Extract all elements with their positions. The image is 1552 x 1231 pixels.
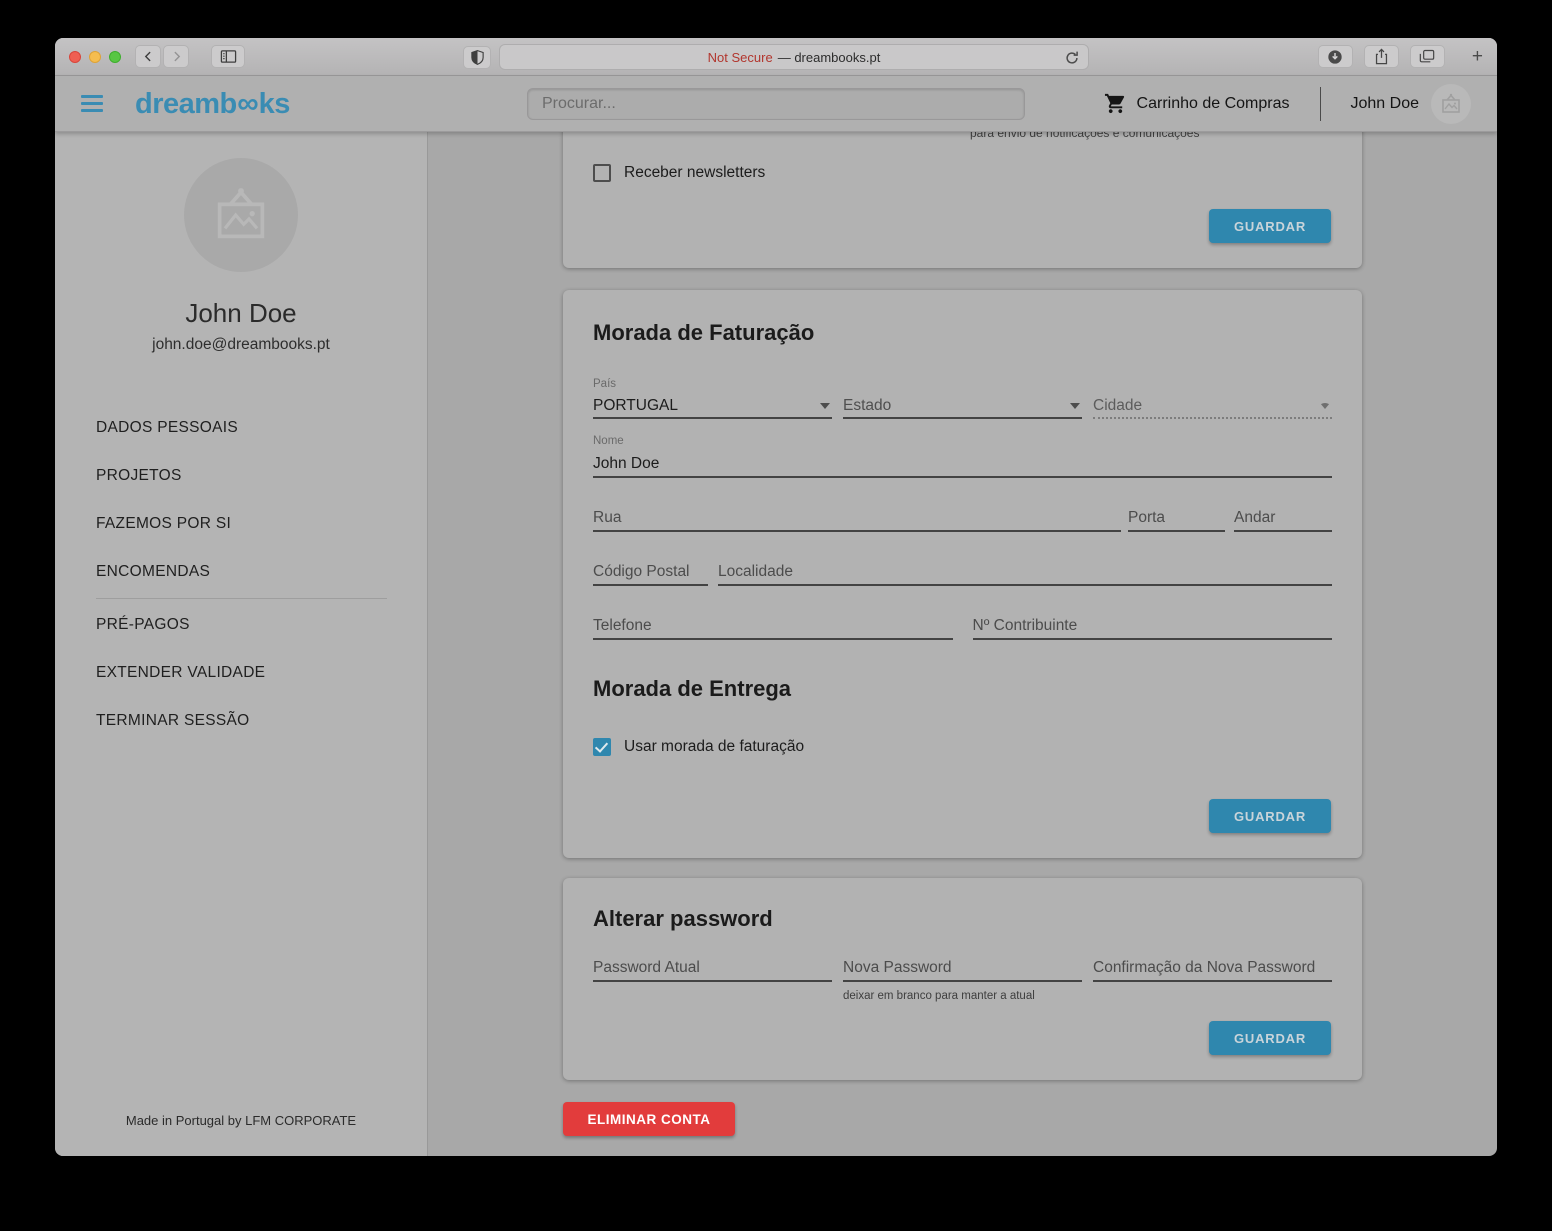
- sidebar-item-fazemos-por-si[interactable]: FAZEMOS POR SI: [55, 500, 427, 548]
- newsletter-checkbox-row[interactable]: Receber newsletters: [593, 164, 765, 182]
- password-hint: deixar em branco para manter a atual: [843, 990, 1082, 1002]
- sidebar-divider: [96, 598, 387, 599]
- address-bar[interactable]: Not Secure — dreambooks.pt: [499, 44, 1089, 70]
- sidebar-footer: Made in Portugal by LFM CORPORATE: [126, 1113, 356, 1128]
- profile-email: john.doe@dreambooks.pt: [152, 336, 330, 354]
- menu-button[interactable]: [81, 95, 103, 112]
- sidebar-item-terminar-sessao[interactable]: TERMINAR SESSÃO: [55, 697, 427, 745]
- cidade-placeholder: Cidade: [1093, 397, 1142, 415]
- rua-input[interactable]: [593, 506, 1121, 532]
- localidade-input[interactable]: [718, 560, 1332, 586]
- shipping-title: Morada de Entrega: [593, 674, 1332, 704]
- nome-input[interactable]: [593, 452, 1332, 478]
- sidebar-toggle-button[interactable]: [211, 45, 245, 68]
- tabs-icon: [1419, 49, 1435, 64]
- downloads-button[interactable]: [1318, 45, 1353, 68]
- security-label: Not Secure: [708, 50, 773, 65]
- cart-label: Carrinho de Compras: [1137, 95, 1290, 113]
- header-avatar[interactable]: [1431, 84, 1471, 124]
- dropdown-arrow-icon: [820, 403, 830, 409]
- profile-name: John Doe: [185, 298, 296, 329]
- infinity-oo-glyph: ∞: [237, 87, 258, 121]
- traffic-lights: [69, 51, 121, 63]
- tab-overview-button[interactable]: [1410, 45, 1445, 68]
- back-button[interactable]: [135, 45, 161, 68]
- sidebar-icon: [220, 49, 237, 64]
- forward-button[interactable]: [163, 45, 189, 68]
- newsletter-checkbox[interactable]: [593, 164, 611, 182]
- use-billing-checkbox[interactable]: [593, 738, 611, 756]
- cart-button[interactable]: Carrinho de Compras: [1104, 92, 1290, 115]
- header-divider: [1320, 87, 1321, 121]
- dreambooks-logo[interactable]: dreamb∞ks: [135, 87, 290, 121]
- codigo-postal-input[interactable]: [593, 560, 708, 586]
- shield-icon: [471, 50, 484, 65]
- share-button[interactable]: [1364, 45, 1399, 68]
- titlebar: Not Secure — dreambooks.pt: [55, 38, 1497, 76]
- nova-password-input[interactable]: [843, 956, 1082, 982]
- profile-avatar[interactable]: [184, 158, 298, 272]
- estado-field[interactable]: Estado: [843, 378, 1082, 419]
- newsletter-card: para envio de notificações e comunicaçõe…: [563, 132, 1362, 268]
- cidade-field: Cidade: [1093, 378, 1332, 419]
- sidebar-nav: DADOS PESSOAIS PROJETOS FAZEMOS POR SI E…: [55, 404, 427, 745]
- browser-window: Not Secure — dreambooks.pt: [55, 38, 1497, 1156]
- estado-placeholder: Estado: [843, 397, 891, 415]
- change-password-card: Alterar password deixar em branco para m…: [563, 878, 1362, 1080]
- reload-icon[interactable]: [1063, 49, 1081, 67]
- pais-label: País: [593, 378, 832, 390]
- avatar-placeholder-icon: [1439, 92, 1463, 116]
- password-title: Alterar password: [593, 904, 1332, 934]
- minimize-button[interactable]: [89, 51, 101, 63]
- telefone-input[interactable]: [593, 614, 953, 640]
- nome-label: Nome: [593, 435, 1332, 447]
- dropdown-arrow-icon: [1320, 403, 1330, 409]
- porta-input[interactable]: [1128, 506, 1225, 532]
- sidebar-item-extender-validade[interactable]: EXTENDER VALIDADE: [55, 649, 427, 697]
- contribuinte-input[interactable]: [973, 614, 1333, 640]
- use-billing-checkbox-label: Usar morada de faturação: [624, 738, 804, 756]
- delete-account-button[interactable]: ELIMINAR CONTA: [563, 1102, 735, 1136]
- password-atual-input[interactable]: [593, 956, 832, 982]
- pais-field[interactable]: País PORTUGAL: [593, 378, 832, 419]
- use-billing-checkbox-row[interactable]: Usar morada de faturação: [593, 738, 1332, 756]
- save-button[interactable]: GUARDAR: [1209, 1021, 1331, 1055]
- billing-title: Morada de Faturação: [593, 318, 1332, 348]
- cart-icon: [1104, 92, 1127, 115]
- save-button[interactable]: GUARDAR: [1209, 209, 1331, 243]
- zoom-button[interactable]: [109, 51, 121, 63]
- sidebar-item-projetos[interactable]: PROJETOS: [55, 452, 427, 500]
- newsletter-checkbox-label: Receber newsletters: [624, 164, 765, 182]
- search-input[interactable]: [527, 88, 1025, 120]
- confirmacao-password-input[interactable]: [1093, 956, 1332, 982]
- avatar-placeholder-icon: [209, 183, 273, 247]
- clipped-hint-text: para envio de notificações e comunicaçõe…: [970, 132, 1199, 140]
- sidebar-item-pre-pagos[interactable]: PRÉ-PAGOS: [55, 601, 427, 649]
- download-icon: [1327, 49, 1343, 65]
- andar-input[interactable]: [1234, 506, 1332, 532]
- save-button[interactable]: GUARDAR: [1209, 799, 1331, 833]
- pais-value: PORTUGAL: [593, 397, 678, 415]
- header-user-name[interactable]: John Doe: [1351, 95, 1420, 113]
- main-panel: para envio de notificações e comunicaçõe…: [428, 132, 1497, 1156]
- sidebar-item-encomendas[interactable]: ENCOMENDAS: [55, 548, 427, 596]
- new-tab-button[interactable]: +: [1472, 46, 1483, 68]
- chevron-right-icon: [170, 50, 183, 63]
- close-button[interactable]: [69, 51, 81, 63]
- sidebar-item-dados-pessoais[interactable]: DADOS PESSOAIS: [55, 404, 427, 452]
- dropdown-arrow-icon: [1070, 403, 1080, 409]
- url-host: — dreambooks.pt: [778, 50, 881, 65]
- site-header: dreamb∞ks Carrinho de Compras John Doe: [55, 76, 1497, 132]
- billing-address-card: Morada de Faturação País PORTUGAL Estado: [563, 290, 1362, 858]
- chevron-left-icon: [142, 50, 155, 63]
- privacy-shield-button[interactable]: [463, 46, 491, 69]
- account-sidebar: John Doe john.doe@dreambooks.pt DADOS PE…: [55, 132, 428, 1156]
- hamburger-icon: [81, 95, 103, 98]
- share-icon: [1374, 48, 1389, 65]
